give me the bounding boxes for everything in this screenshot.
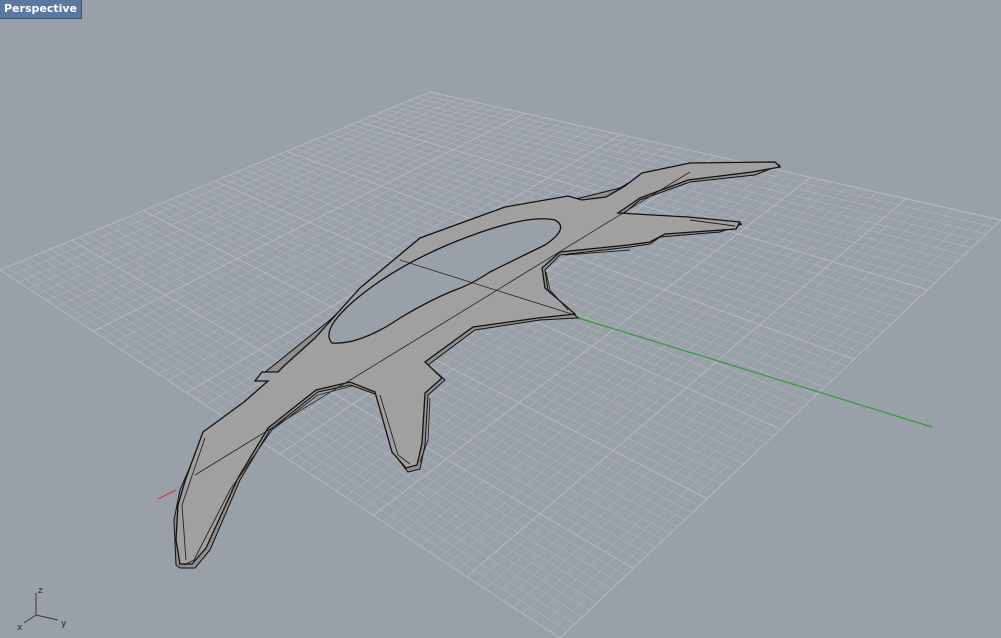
viewport-canvas[interactable]: z y x — [0, 0, 1001, 638]
perspective-viewport[interactable]: z y x Perspective — [0, 0, 1001, 638]
grid-line — [559, 219, 1001, 638]
axis-gizmo: z y x — [17, 586, 67, 633]
viewport-title-tab[interactable]: Perspective — [0, 0, 83, 19]
gizmo-y-label: y — [61, 619, 67, 629]
grid-line — [494, 204, 935, 596]
gizmo-z-label: z — [38, 586, 43, 596]
x-axis-line — [157, 489, 177, 500]
construction-grid — [0, 91, 1001, 638]
grid-line — [541, 215, 983, 626]
gizmo-x-label: x — [17, 623, 23, 633]
y-axis-line — [571, 315, 933, 428]
blade-construction-line-1 — [194, 171, 691, 476]
grid-line — [503, 207, 945, 602]
